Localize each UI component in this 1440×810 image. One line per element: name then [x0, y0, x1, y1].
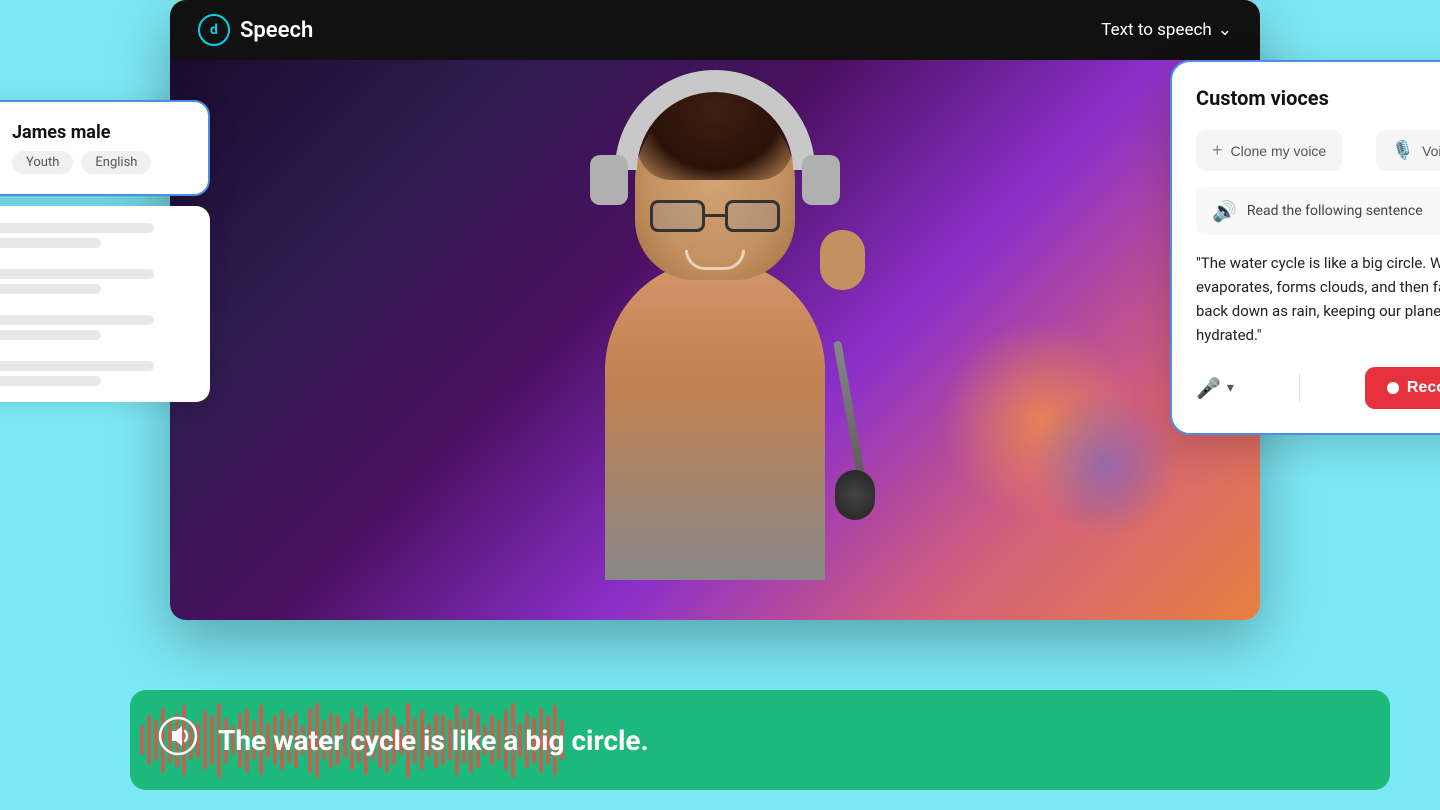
hero-image	[170, 60, 1260, 620]
app-header: d Speech Text to speech ⌄	[170, 0, 1260, 60]
subtitle-speaker-icon	[158, 716, 198, 765]
voice-cards-panel: 👨 James male Youth English 👦 👩	[0, 100, 210, 402]
list-item[interactable]: 👱‍♀️	[0, 354, 196, 392]
quote-text: "The water cycle is like a big circle. W…	[1196, 251, 1440, 347]
panel-footer: 🎤 ▾ Record	[1196, 367, 1440, 409]
list-item[interactable]: 👦	[0, 216, 196, 254]
logo-icon: d	[198, 14, 230, 46]
person-area	[170, 60, 1260, 620]
mic-dropdown[interactable]: 🎤 ▾	[1196, 376, 1234, 400]
chevron-down-icon: ▾	[1227, 380, 1234, 396]
james-card[interactable]: 👨 James male Youth English	[0, 100, 210, 196]
app-title: Speech	[240, 18, 313, 43]
sentence-label: Read the following sentence	[1247, 203, 1423, 219]
james-info: James male Youth English	[12, 122, 188, 174]
english-tag[interactable]: English	[81, 151, 151, 174]
plus-icon: +	[1212, 140, 1223, 161]
mic-icon: 🎙️	[1392, 140, 1414, 161]
list-item[interactable]: 🧔	[0, 308, 196, 346]
youth-tag[interactable]: Youth	[12, 151, 73, 174]
record-button[interactable]: Record	[1365, 367, 1440, 409]
chevron-down-icon: ⌄	[1218, 20, 1232, 40]
divider	[1299, 374, 1300, 402]
app-logo: d Speech	[198, 14, 313, 46]
panel-title: Custom vioces	[1196, 86, 1440, 110]
subtitle-bar: The water cycle is like a big circle.	[130, 690, 1390, 790]
james-name: James male	[12, 122, 188, 143]
record-dot-icon	[1387, 382, 1399, 394]
microphone-icon: 🎤	[1196, 376, 1221, 400]
text-to-speech-menu[interactable]: Text to speech ⌄	[1101, 20, 1232, 40]
list-item[interactable]: 👩	[0, 262, 196, 300]
voice3-button[interactable]: 🎙️ Voice 3	[1376, 130, 1440, 171]
custom-voices-panel: Custom vioces + Clone my voice 🎙️ Voice …	[1170, 60, 1440, 435]
voice-list: 👦 👩 🧔 👱‍♀️	[0, 206, 210, 402]
sentence-row: 🔊 Read the following sentence ⇄	[1196, 187, 1440, 235]
app-window: d Speech Text to speech ⌄	[170, 0, 1260, 620]
clone-row: + Clone my voice 🎙️ Voice 3	[1196, 130, 1440, 171]
speaker-wave-icon: 🔊	[1212, 199, 1237, 223]
clone-voice-button[interactable]: + Clone my voice	[1196, 130, 1342, 171]
person-figure	[585, 60, 845, 580]
james-tags: Youth English	[12, 151, 188, 174]
subtitle-text: The water cycle is like a big circle.	[218, 724, 649, 757]
